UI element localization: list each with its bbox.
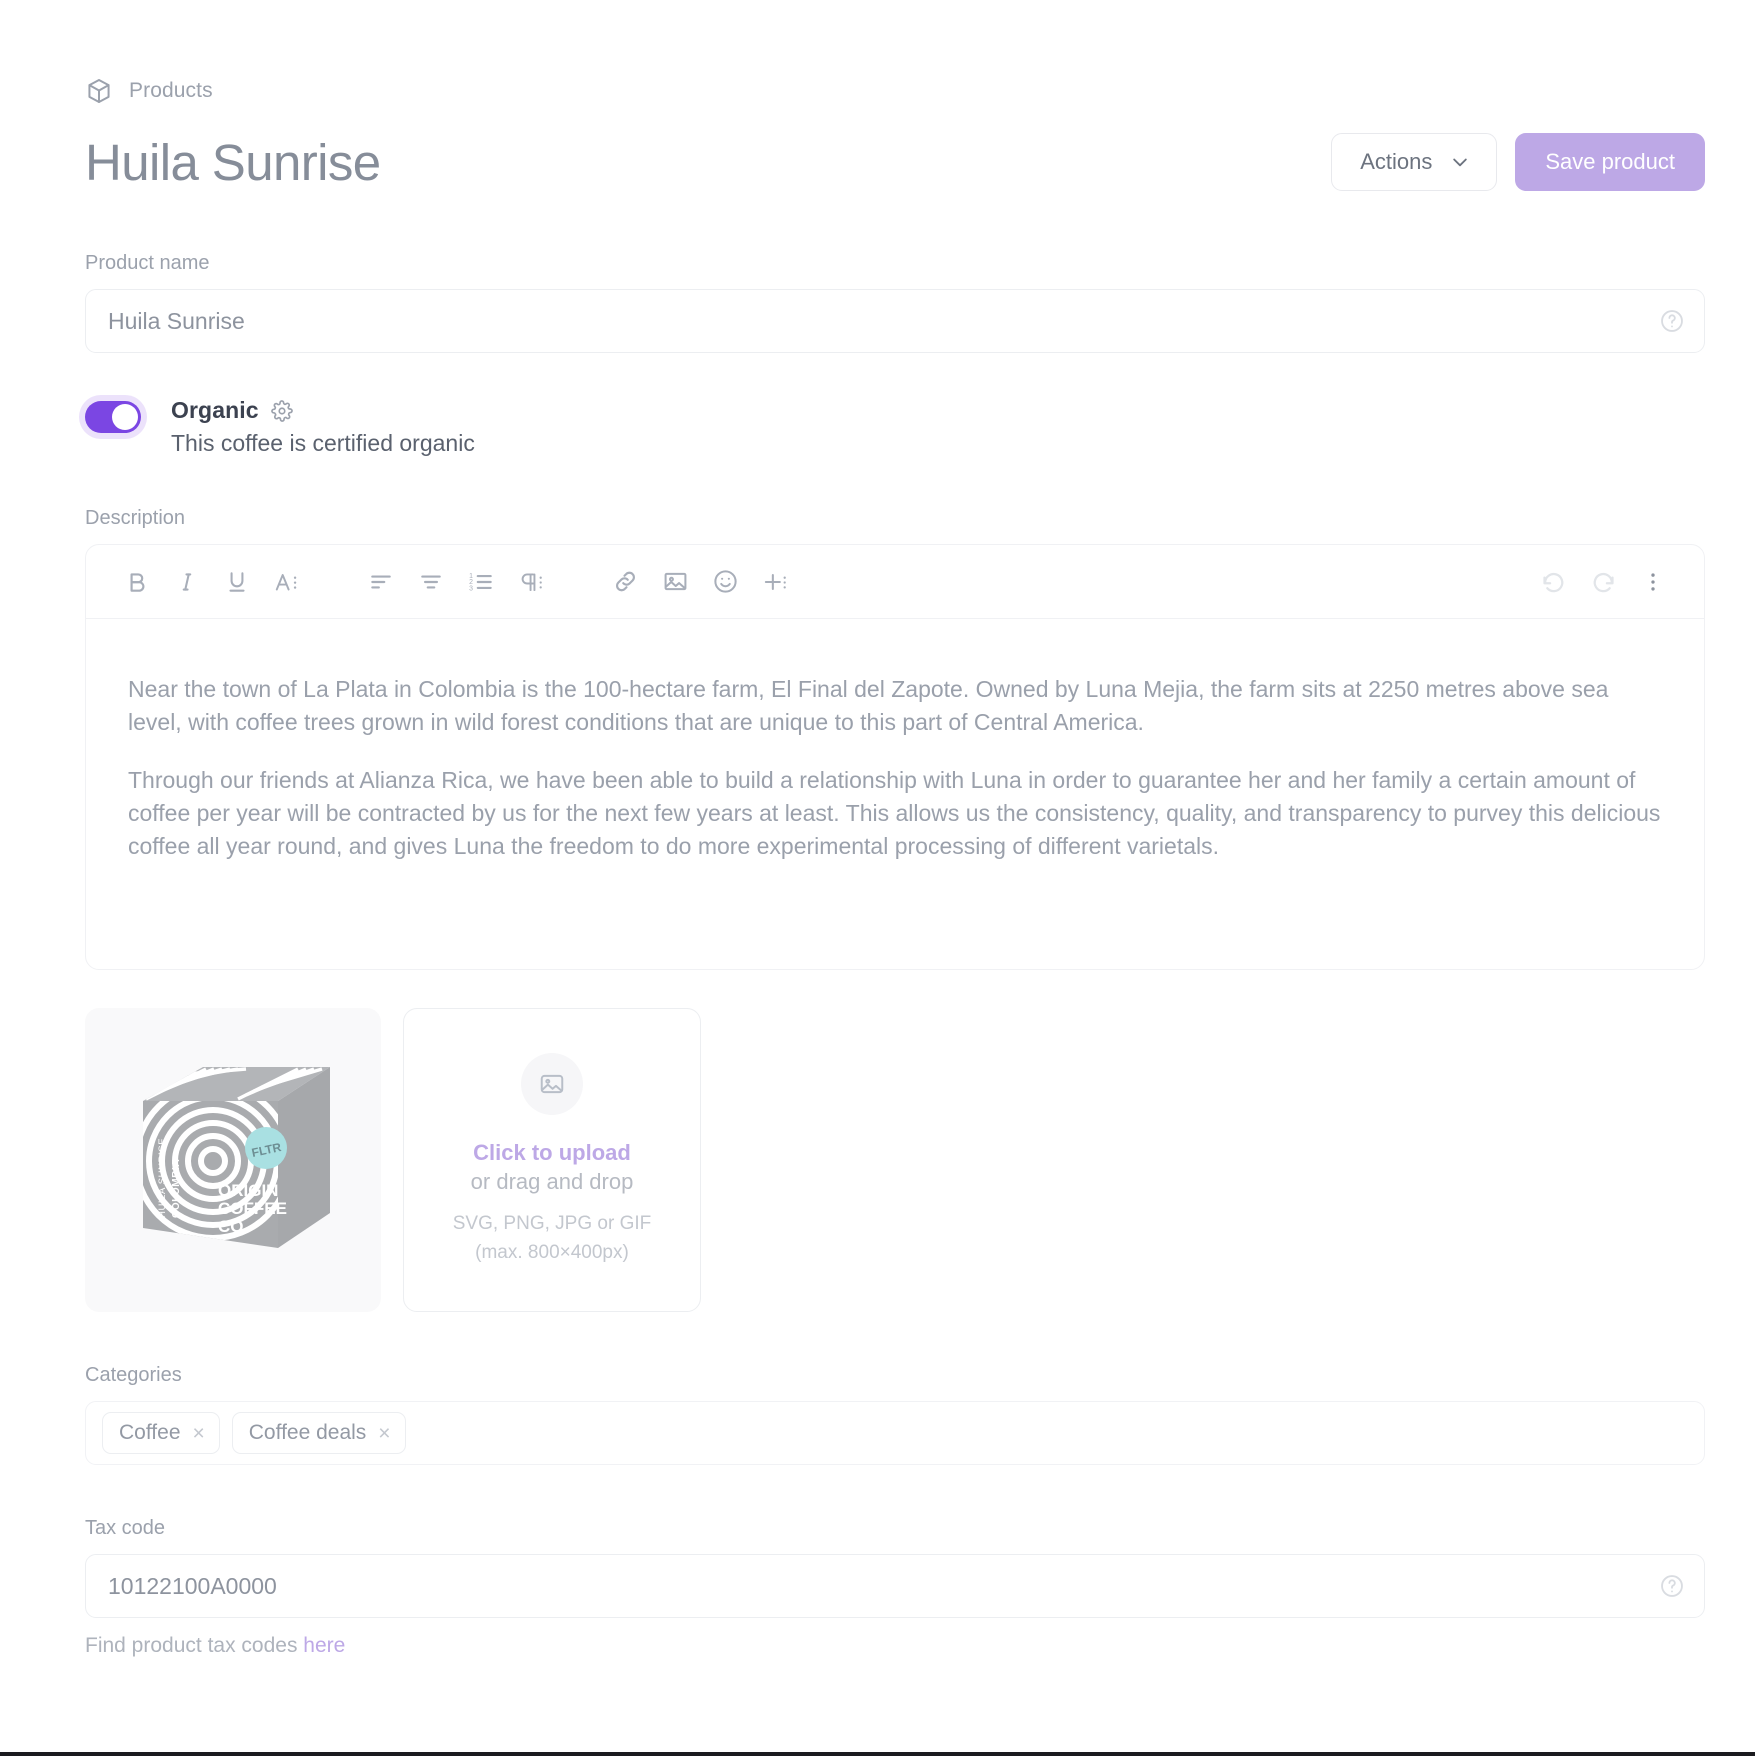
tax-code-field: Tax code Find product tax codes here xyxy=(85,1517,1705,1658)
question-circle-icon[interactable] xyxy=(1659,1573,1685,1599)
svg-text:CO: CO xyxy=(218,1217,244,1236)
product-name-label: Product name xyxy=(85,252,210,274)
rich-text-editor: 1 2 3 Near the town of La Plata in Colom… xyxy=(85,544,1705,970)
breadcrumb-label: Products xyxy=(129,79,213,102)
tax-code-label: Tax code xyxy=(85,1517,166,1539)
category-tag-label: Coffee deals xyxy=(248,1421,367,1444)
svg-text:3: 3 xyxy=(469,585,473,592)
paragraph-style-icon[interactable] xyxy=(506,557,556,607)
editor-toolbar: 1 2 3 xyxy=(86,545,1704,619)
description-paragraph: Near the town of La Plata in Colombia is… xyxy=(128,676,1609,735)
tax-code-hint: Find product tax codes here xyxy=(85,1634,1705,1658)
actions-button-label: Actions xyxy=(1360,149,1433,174)
product-name-input[interactable] xyxy=(85,289,1705,353)
tax-code-hint-text: Find product tax codes xyxy=(85,1634,304,1657)
categories-label: Categories xyxy=(85,1364,182,1386)
undo-icon[interactable] xyxy=(1528,557,1578,607)
upload-max-size: (max. 800×400px) xyxy=(475,1242,629,1264)
remove-tag-icon[interactable]: × xyxy=(193,1423,205,1444)
organic-title: Organic xyxy=(171,397,259,423)
svg-text:COFFEE: COFFEE xyxy=(218,1199,287,1218)
description-editor-body[interactable]: Near the town of La Plata in Colombia is… xyxy=(86,619,1704,969)
description-paragraph: Through our friends at Alianza Rica, we … xyxy=(128,767,1661,859)
underline-icon[interactable] xyxy=(212,557,262,607)
question-circle-icon[interactable] xyxy=(1659,308,1685,334)
link-icon[interactable] xyxy=(600,557,650,607)
upload-dropzone[interactable]: Click to upload or drag and drop SVG, PN… xyxy=(403,1008,701,1312)
redo-icon[interactable] xyxy=(1578,557,1628,607)
categories-field: Categories Coffee × Coffee deals × xyxy=(85,1364,1705,1465)
more-options-icon[interactable] xyxy=(1628,557,1678,607)
svg-text:ORIGIN: ORIGIN xyxy=(218,1181,278,1200)
category-tag[interactable]: Coffee deals × xyxy=(231,1412,406,1454)
organic-subtitle: This coffee is certified organic xyxy=(171,430,475,456)
product-image-thumbnail[interactable]: FLTR HUILA SUNRISE COLOMBIA ORIGIN COFFE… xyxy=(85,1008,381,1312)
tax-code-input[interactable] xyxy=(85,1554,1705,1618)
svg-text:COLOMBIA: COLOMBIA xyxy=(171,1158,182,1217)
package-icon xyxy=(85,77,113,105)
organic-toggle-row: Organic This coffee is certified organic xyxy=(85,397,1705,457)
italic-icon[interactable] xyxy=(162,557,212,607)
remove-tag-icon[interactable]: × xyxy=(378,1423,390,1444)
category-tag-label: Coffee xyxy=(119,1421,181,1444)
bold-icon[interactable] xyxy=(112,557,162,607)
ordered-list-icon[interactable]: 1 2 3 xyxy=(456,557,506,607)
insert-icon[interactable] xyxy=(750,557,800,607)
product-name-field: Product name xyxy=(85,252,1705,353)
align-left-icon[interactable] xyxy=(356,557,406,607)
text-style-icon[interactable] xyxy=(262,557,312,607)
description-field: Description 1 2 3 Near the town of La Pl… xyxy=(85,507,1705,970)
page-title: Huila Sunrise xyxy=(85,133,381,191)
category-tag[interactable]: Coffee × xyxy=(102,1412,220,1454)
description-label: Description xyxy=(85,507,186,529)
svg-text:HUILA SUNRISE: HUILA SUNRISE xyxy=(157,1137,168,1217)
image-icon[interactable] xyxy=(650,557,700,607)
toggle-knob xyxy=(112,404,138,430)
upload-primary-label: Click to upload xyxy=(473,1139,631,1165)
upload-secondary-label: or drag and drop xyxy=(470,1169,634,1195)
upload-formats: SVG, PNG, JPG or GIF xyxy=(452,1213,652,1235)
organic-texts: Organic This coffee is certified organic xyxy=(171,397,475,457)
breadcrumb[interactable]: Products xyxy=(85,74,1705,108)
chevron-down-icon xyxy=(1450,152,1470,172)
emoji-icon[interactable] xyxy=(700,557,750,607)
organic-toggle[interactable] xyxy=(85,401,141,433)
actions-button[interactable]: Actions xyxy=(1331,133,1498,191)
gear-icon[interactable] xyxy=(270,399,293,422)
image-placeholder-icon xyxy=(521,1052,583,1115)
coffee-box-illustration: FLTR HUILA SUNRISE COLOMBIA ORIGIN COFFE… xyxy=(143,1066,330,1248)
header-actions: Actions Save product xyxy=(1331,133,1705,191)
categories-input[interactable]: Coffee × Coffee deals × xyxy=(85,1401,1705,1465)
page-header: Huila Sunrise Actions Save product xyxy=(85,124,1705,200)
save-product-button[interactable]: Save product xyxy=(1515,133,1705,191)
product-media-row: FLTR HUILA SUNRISE COLOMBIA ORIGIN COFFE… xyxy=(85,1008,1705,1312)
align-center-icon[interactable] xyxy=(406,557,456,607)
product-edit-page: Products Huila Sunrise Actions Save prod… xyxy=(0,0,1755,1658)
tax-code-hint-link[interactable]: here xyxy=(303,1634,345,1657)
